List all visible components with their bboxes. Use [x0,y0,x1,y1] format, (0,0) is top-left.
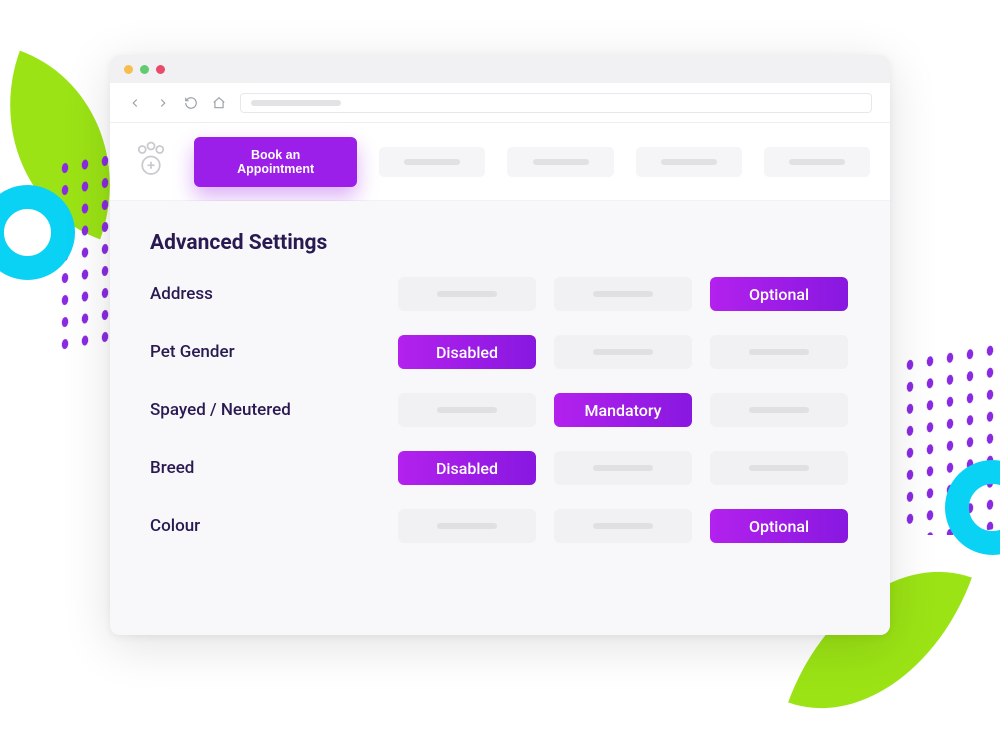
setting-row: Colour Optional [150,509,850,543]
setting-label: Pet Gender [150,342,380,362]
book-appointment-button[interactable]: Book an Appointment [194,137,357,187]
setting-row: Address Optional [150,277,850,311]
address-bar[interactable] [240,93,872,113]
settings-panel: Advanced Settings Address Optional Pet Gen… [110,201,890,635]
home-icon[interactable] [212,96,226,110]
setting-label: Breed [150,458,380,478]
section-title: Advanced Settings [150,231,850,255]
setting-row: Breed Disabled [150,451,850,485]
option-disabled[interactable]: Disabled [398,335,536,369]
paw-logo-icon [130,139,172,185]
option-optional[interactable] [710,335,848,369]
window-control-icon[interactable] [156,65,165,74]
option-optional[interactable]: Optional [710,277,848,311]
setting-row: Pet Gender Disabled [150,335,850,369]
option-mandatory[interactable] [554,277,692,311]
nav-tab-placeholder[interactable] [636,147,742,177]
option-mandatory[interactable] [554,335,692,369]
window-control-icon[interactable] [140,65,149,74]
reload-icon[interactable] [184,96,198,110]
app-header: Book an Appointment [110,123,890,201]
option-disabled[interactable] [398,509,536,543]
setting-label: Colour [150,516,380,536]
option-disabled[interactable]: Disabled [398,451,536,485]
forward-icon[interactable] [156,96,170,110]
option-mandatory[interactable] [554,451,692,485]
browser-toolbar [110,83,890,123]
browser-window: Book an Appointment Advanced Settings Ad… [110,55,890,635]
option-mandatory[interactable] [554,509,692,543]
option-optional[interactable] [710,393,848,427]
back-icon[interactable] [128,96,142,110]
option-optional[interactable]: Optional [710,509,848,543]
window-control-icon[interactable] [124,65,133,74]
option-optional[interactable] [710,451,848,485]
setting-row: Spayed / Neutered Mandatory [150,393,850,427]
option-mandatory[interactable]: Mandatory [554,393,692,427]
window-titlebar [110,55,890,83]
nav-tab-placeholder[interactable] [379,147,485,177]
option-disabled[interactable] [398,393,536,427]
setting-label: Spayed / Neutered [150,400,380,420]
setting-label: Address [150,284,380,304]
option-disabled[interactable] [398,277,536,311]
nav-tab-placeholder[interactable] [507,147,613,177]
nav-tab-placeholder[interactable] [764,147,870,177]
